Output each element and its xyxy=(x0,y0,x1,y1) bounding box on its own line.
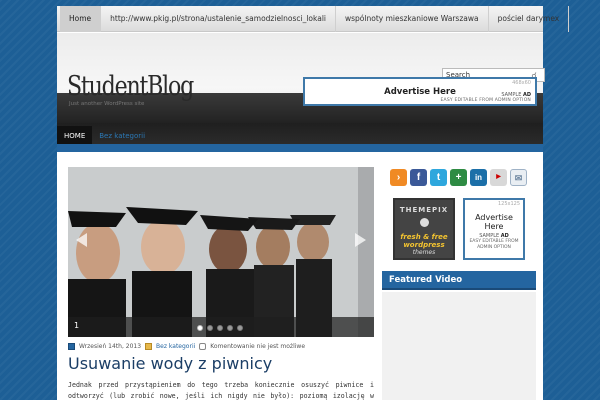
image-slider[interactable]: 1 xyxy=(68,167,374,337)
top-nav-link-posciel[interactable]: pościel darymex xyxy=(489,5,570,32)
ad-option-label: EASY EDITABLE FROM ADMIN OPTION xyxy=(440,98,531,103)
main-nav: HOME Bez kategorii xyxy=(57,123,543,147)
facebook-icon[interactable]: f xyxy=(410,169,427,186)
slider-dot-3[interactable] xyxy=(217,325,223,331)
site-logo[interactable]: StudentBlog xyxy=(67,71,194,102)
post-title[interactable]: Usuwanie wody z piwnicy xyxy=(68,354,272,373)
slider-next-arrow-icon[interactable] xyxy=(355,233,366,247)
sidebar: › f t + in ▶ ✉ THEMEPIX fresh & free wor… xyxy=(382,161,542,400)
linkedin-icon[interactable]: in xyxy=(470,169,487,186)
top-nav: Home http://www.pkig.pl/strona/ustalenie… xyxy=(57,5,570,32)
featured-video-box[interactable] xyxy=(382,292,536,400)
post-meta: Wrzesień 14th, 2013 Bez kategorii Koment… xyxy=(68,343,305,350)
rss-icon[interactable]: › xyxy=(390,169,407,186)
calendar-icon xyxy=(68,343,75,350)
wordpress-icon xyxy=(419,218,429,227)
twitter-icon[interactable]: t xyxy=(430,169,447,186)
slider-dot-2[interactable] xyxy=(207,325,213,331)
slider-dot-1[interactable] xyxy=(197,325,203,331)
top-nav-link-wspolnoty[interactable]: wspólnoty mieszkaniowe Warszawa xyxy=(336,5,489,32)
themepix-brand: THEMEPIX xyxy=(399,206,449,214)
google-plus-icon[interactable]: + xyxy=(450,169,467,186)
ad-size-label: 468x60 xyxy=(512,80,531,86)
sidebar-ad-125[interactable]: 125x125 Advertise Here SAMPLE AD EASY EDI… xyxy=(463,198,525,260)
slider-dot-5[interactable] xyxy=(237,325,243,331)
graduates-photo xyxy=(68,167,374,337)
folder-icon xyxy=(145,343,153,350)
featured-video-heading: Featured Video xyxy=(382,271,536,290)
site-header: StudentBlog Just another WordPress site … xyxy=(57,33,545,133)
themepix-line3: themes xyxy=(412,249,436,256)
themepix-line1: fresh & free xyxy=(400,233,448,241)
post-comments-status: Komentowanie nie jest możliwe xyxy=(210,343,306,350)
slider-caption-text: 1 xyxy=(74,321,80,330)
comment-icon xyxy=(199,343,207,350)
top-nav-home[interactable]: Home xyxy=(60,5,102,32)
nav-accent-band xyxy=(57,144,543,152)
header-ad-banner[interactable]: 468x60 Advertise Here SAMPLE AD EASY EDI… xyxy=(303,77,537,106)
post-category-link[interactable]: Bez kategorii xyxy=(156,343,195,350)
themepix-banner[interactable]: THEMEPIX fresh & free wordpress themes xyxy=(393,198,455,260)
email-icon[interactable]: ✉ xyxy=(510,169,527,186)
page-wrapper: Home http://www.pkig.pl/strona/ustalenie… xyxy=(57,5,570,400)
ad125-option-2: ADMIN OPTION xyxy=(477,245,511,250)
top-nav-link-pkig[interactable]: http://www.pkig.pl/strona/ustalenie_samo… xyxy=(101,5,336,32)
slider-dot-4[interactable] xyxy=(227,325,233,331)
ad125-size-label: 125x125 xyxy=(497,201,520,207)
post-excerpt: Jednak przed przystąpieniem do tego trze… xyxy=(68,381,374,400)
slider-pagination xyxy=(197,325,243,331)
slider-prev-arrow-icon[interactable] xyxy=(76,233,87,247)
ad125-title: Advertise Here xyxy=(475,213,513,231)
site-tagline: Just another WordPress site xyxy=(69,101,145,107)
themepix-line2: wordpress xyxy=(403,241,445,249)
youtube-icon[interactable]: ▶ xyxy=(490,169,507,186)
main-content: 1 Wrzesień 14th, 2013 Bez kategorii Kome… xyxy=(66,161,376,400)
post-date: Wrzesień 14th, 2013 xyxy=(79,343,142,350)
social-icons: › f t + in ▶ ✉ xyxy=(390,169,527,186)
